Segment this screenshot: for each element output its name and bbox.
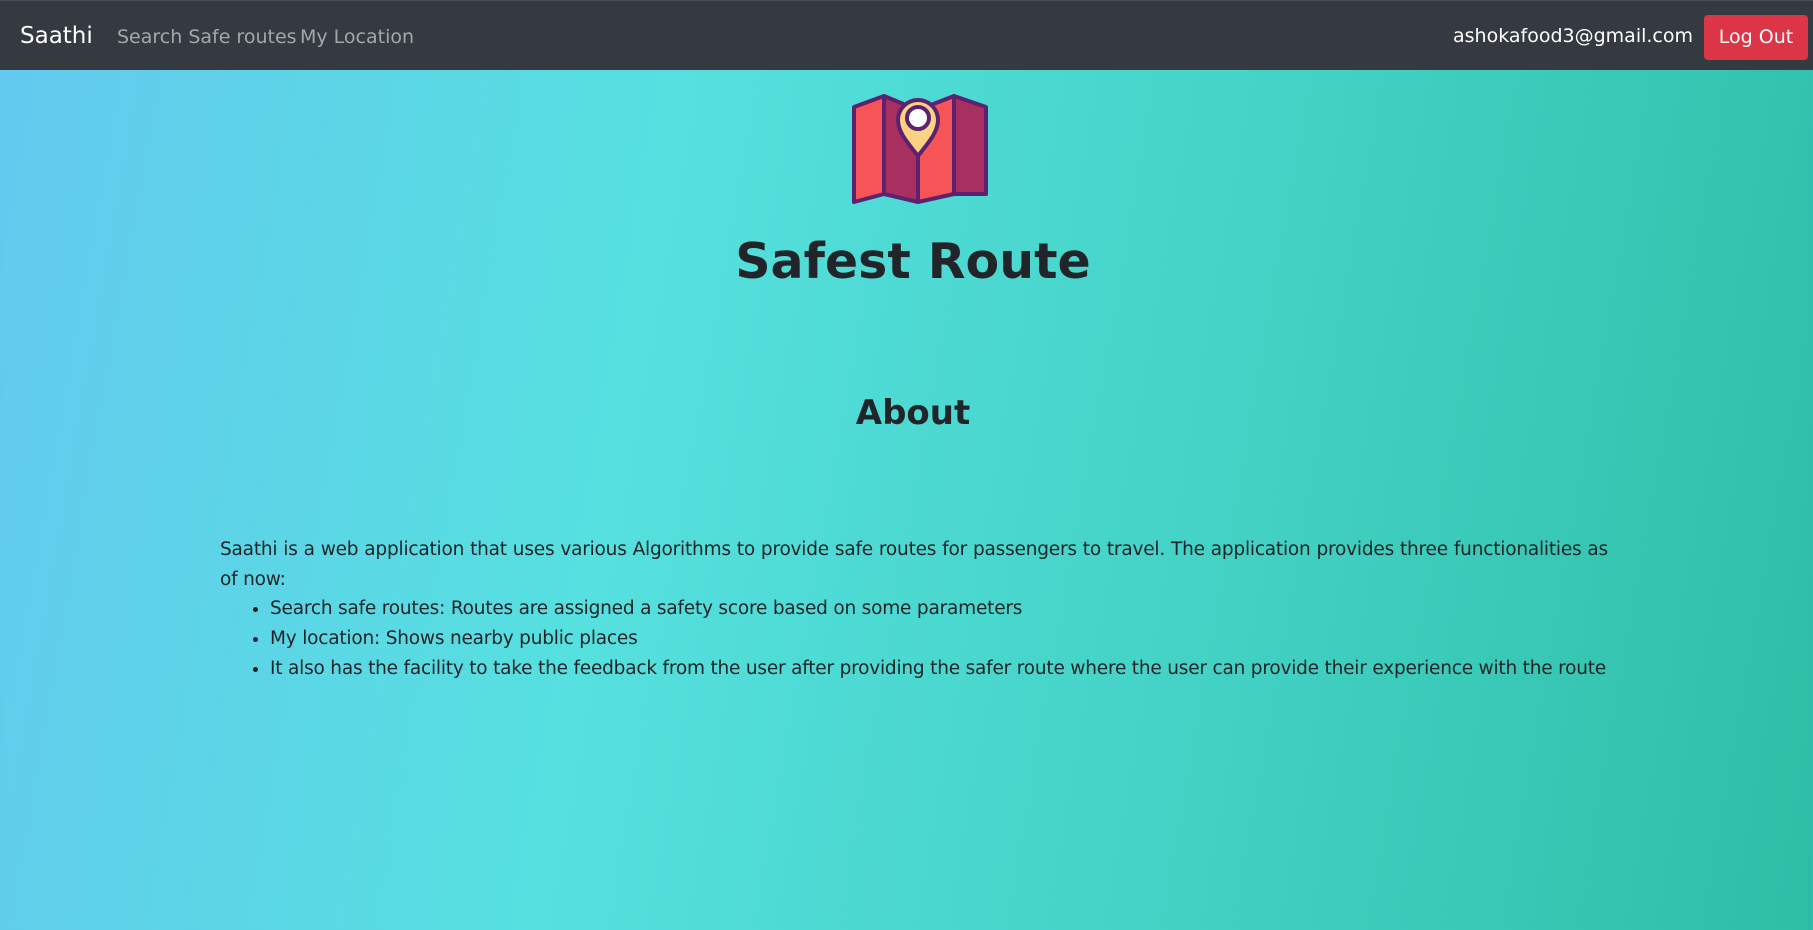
- about-description: Saathi is a web application that uses va…: [220, 539, 1608, 590]
- nav-link-my-location[interactable]: My Location: [300, 25, 414, 49]
- list-item: It also has the facility to take the fee…: [270, 654, 1690, 684]
- brand-link[interactable]: Saathi: [20, 22, 93, 50]
- map-pin-icon: [851, 92, 991, 204]
- page-title: Safest Route: [735, 233, 1091, 290]
- list-item: My location: Shows nearby public places: [270, 624, 1690, 654]
- top-navbar: Saathi Search Safe routes My Location as…: [0, 0, 1813, 70]
- logout-button[interactable]: Log Out: [1704, 15, 1808, 60]
- user-email: ashokafood3@gmail.com: [1453, 25, 1693, 47]
- nav-link-search-safe-routes[interactable]: Search Safe routes: [117, 25, 297, 49]
- features-list: Search safe routes: Routes are assigned …: [220, 594, 1690, 684]
- list-item: Search safe routes: Routes are assigned …: [270, 594, 1690, 624]
- about-heading: About: [855, 393, 971, 433]
